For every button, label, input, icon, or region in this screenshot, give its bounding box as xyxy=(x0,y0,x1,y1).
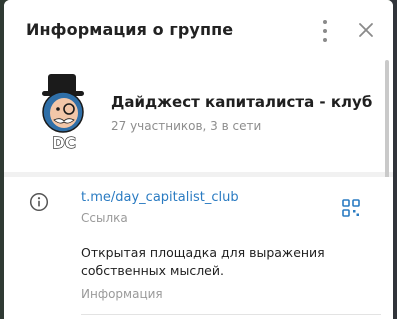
qr-code-icon[interactable] xyxy=(342,199,360,217)
info-icon xyxy=(29,192,49,212)
group-description: Открытая площадка для выражения собствен… xyxy=(81,245,325,278)
dialog-header: Информация о группе xyxy=(4,0,393,64)
close-icon[interactable] xyxy=(357,21,375,39)
group-name: Дайджест капиталиста - клуб xyxy=(111,93,373,111)
dialog-title: Информация о группе xyxy=(26,20,234,39)
group-avatar[interactable]: DC xyxy=(34,72,94,152)
more-vertical-icon[interactable] xyxy=(318,20,332,42)
group-profile: DC Дайджест капиталиста - клуб 27 участн… xyxy=(4,64,393,172)
description-label: Информация xyxy=(81,287,163,301)
avatar-dc-text: DC xyxy=(52,134,75,152)
group-info-dialog: Информация о группе DC Дайджест капитали… xyxy=(4,0,393,319)
invite-link[interactable]: t.me/day_capitalist_club xyxy=(81,190,239,205)
divider xyxy=(81,314,381,315)
group-info-section: t.me/day_capitalist_club Ссылка Открытая… xyxy=(4,177,393,319)
member-count: 27 участников, 3 в сети xyxy=(111,119,262,133)
link-label: Ссылка xyxy=(81,211,128,225)
